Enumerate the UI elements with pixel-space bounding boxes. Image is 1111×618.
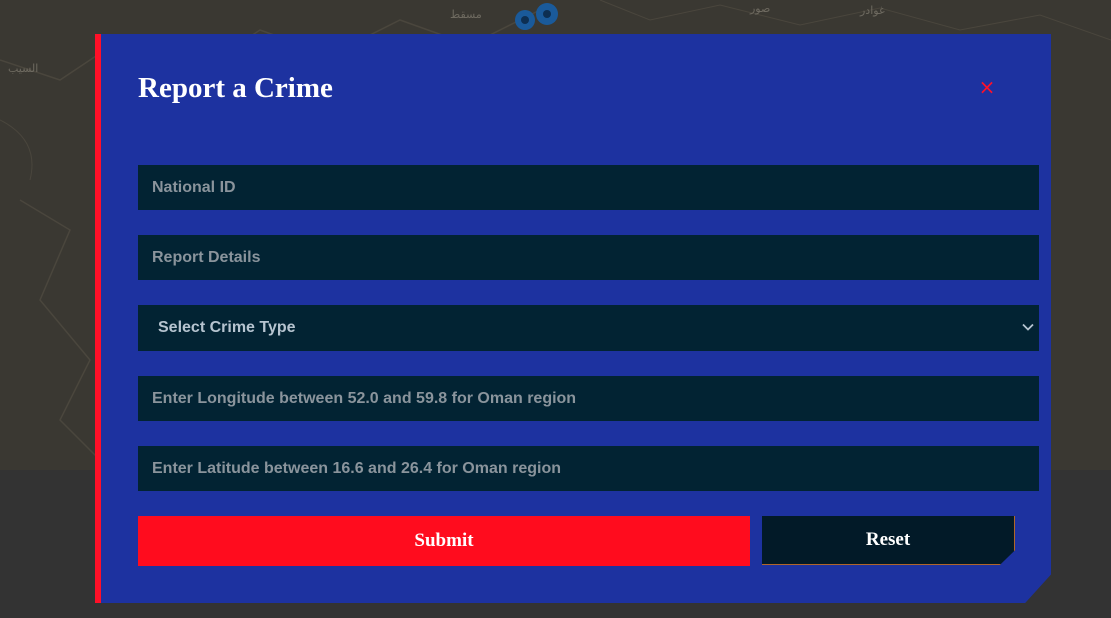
modal-accent-bar [95,34,101,603]
modal-title: Report a Crime [138,72,333,104]
longitude-input[interactable] [138,376,1039,421]
crime-type-select[interactable]: Select Crime Type [138,305,1039,351]
submit-button[interactable]: Submit [138,516,750,566]
map-label: ﺻﻮﺭ [750,2,771,15]
map-label: ﻏﻮﺍﺩﺭ [860,4,885,17]
national-id-input[interactable] [138,165,1039,210]
reset-button[interactable]: Reset [762,516,1015,565]
latitude-input[interactable] [138,446,1039,491]
report-details-input[interactable] [138,235,1039,280]
report-crime-modal: Report a Crime × Select Crime Type Submi… [95,34,1051,603]
close-button[interactable]: × [974,74,1000,100]
chevron-down-icon [1022,323,1034,331]
close-icon[interactable]: × [979,75,996,99]
crime-type-selected-value: Select Crime Type [158,319,296,336]
map-label: ﺍﻟﺴﻴﺐ [8,62,39,75]
map-label: ﻣﺴﻘﻂ [450,8,482,21]
